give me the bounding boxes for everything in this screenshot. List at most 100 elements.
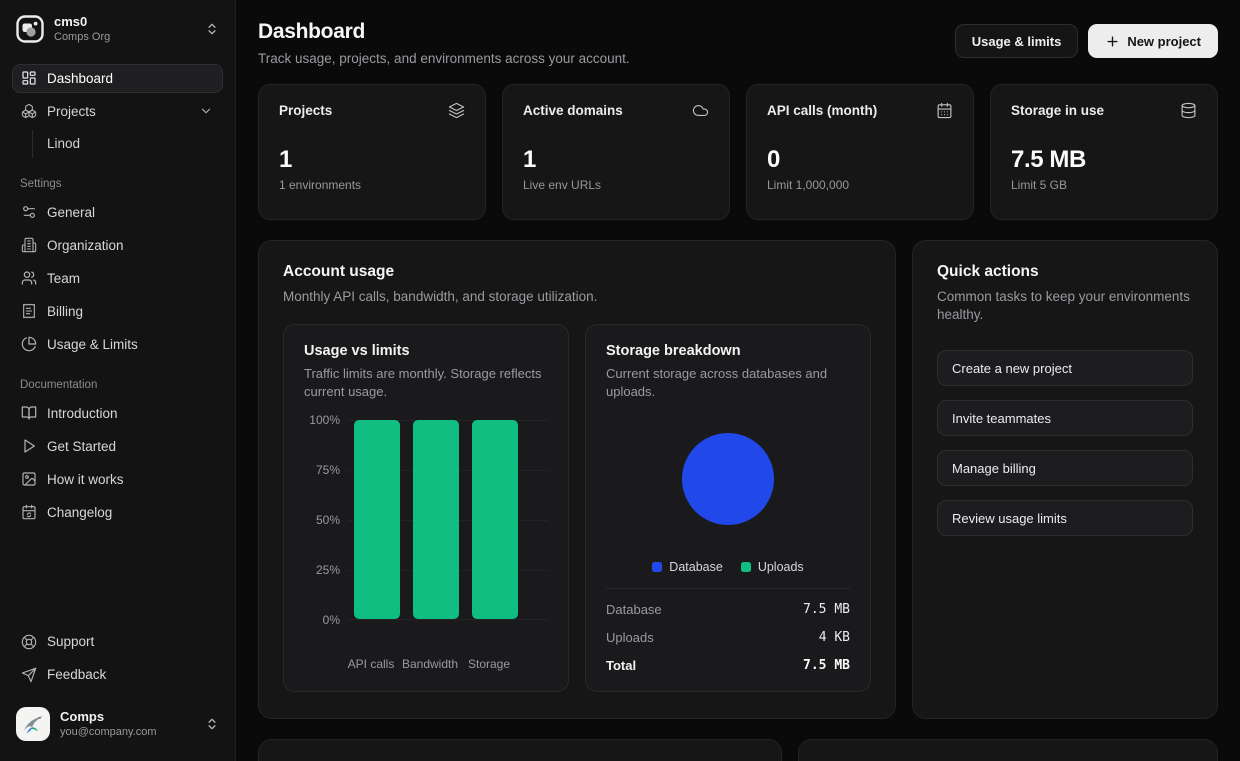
chevrons-up-down-icon xyxy=(205,22,219,36)
sidebar-item-label: Organization xyxy=(47,238,124,253)
new-project-button[interactable]: New project xyxy=(1088,24,1218,58)
stat-sub: Limit 1,000,000 xyxy=(767,178,953,192)
org-name: cms0 xyxy=(54,14,195,30)
receipt-icon xyxy=(21,303,37,319)
calendar-sync-icon xyxy=(21,504,37,520)
database-icon xyxy=(1180,102,1197,119)
sidebar-item-label: Feedback xyxy=(47,667,106,682)
bottom-card-left xyxy=(258,739,782,761)
bar-api-calls xyxy=(354,420,400,619)
sidebar-item-support[interactable]: Support xyxy=(12,627,223,656)
legend-swatch-database xyxy=(652,562,662,572)
stat-value: 1 xyxy=(279,146,465,174)
review-usage-limits-button[interactable]: Review usage limits xyxy=(937,500,1193,536)
bar-bandwidth xyxy=(413,420,459,619)
stat-label: Projects xyxy=(279,103,332,118)
stat-sub: Live env URLs xyxy=(523,178,709,192)
sidebar-item-general[interactable]: General xyxy=(12,198,223,227)
invite-teammates-button[interactable]: Invite teammates xyxy=(937,400,1193,436)
storage-row-total: Total 7.5 MB xyxy=(606,658,850,673)
section-label-settings: Settings xyxy=(12,178,223,190)
sidebar-item-label: Usage & Limits xyxy=(47,337,138,352)
org-logo-icon xyxy=(16,15,44,43)
sidebar-item-projects[interactable]: Projects xyxy=(12,97,223,126)
users-icon xyxy=(21,270,37,286)
stat-card-api-calls: API calls (month) 0 Limit 1,000,000 xyxy=(746,84,974,220)
bottom-card-right xyxy=(798,739,1218,761)
cloud-icon xyxy=(692,102,709,119)
usage-bar-chart: 100% 75% 50% 25% 0% xyxy=(304,420,548,649)
sidebar-item-how-it-works[interactable]: How it works xyxy=(12,465,223,494)
page-title: Dashboard xyxy=(258,20,630,44)
user-email: you@company.com xyxy=(60,726,195,739)
page-subtitle: Track usage, projects, and environments … xyxy=(258,51,630,66)
stat-sub: Limit 5 GB xyxy=(1011,178,1197,192)
usage-vs-limits-title: Usage vs limits xyxy=(304,343,548,359)
pie-chart-icon xyxy=(21,336,37,352)
bar-storage xyxy=(472,420,518,619)
sliders-icon xyxy=(21,204,37,220)
usage-vs-limits-card: Usage vs limits Traffic limits are month… xyxy=(283,324,569,692)
sidebar-item-label: How it works xyxy=(47,472,124,487)
sidebar-item-label: Changelog xyxy=(47,505,112,520)
plot-area xyxy=(348,420,548,620)
sidebar-item-dashboard[interactable]: Dashboard xyxy=(12,64,223,93)
building-icon xyxy=(21,237,37,253)
storage-breakdown-title: Storage breakdown xyxy=(606,343,850,359)
manage-billing-button[interactable]: Manage billing xyxy=(937,450,1193,486)
stat-label: API calls (month) xyxy=(767,103,877,118)
user-menu[interactable]: Comps you@company.com xyxy=(12,701,223,747)
quick-actions-description: Common tasks to keep your environments h… xyxy=(937,288,1193,324)
sidebar-item-label: General xyxy=(47,205,95,220)
sidebar-subitem-label: Linod xyxy=(47,136,80,151)
sidebar-item-get-started[interactable]: Get Started xyxy=(12,432,223,461)
page-header: Dashboard Track usage, projects, and env… xyxy=(258,20,1218,66)
sidebar: cms0 Comps Org Dashboard Projects Linod … xyxy=(0,0,236,761)
stats-grid: Projects 1 1 environments Active domains… xyxy=(258,84,1218,220)
stat-card-projects: Projects 1 1 environments xyxy=(258,84,486,220)
stat-value: 1 xyxy=(523,146,709,174)
sidebar-item-introduction[interactable]: Introduction xyxy=(12,399,223,428)
stat-sub: 1 environments xyxy=(279,178,465,192)
pie-legend: Database Uploads xyxy=(606,560,850,574)
sidebar-item-label: Billing xyxy=(47,304,83,319)
sidebar-item-usage-limits[interactable]: Usage & Limits xyxy=(12,330,223,359)
account-usage-title: Account usage xyxy=(283,263,871,281)
stat-value: 7.5 MB xyxy=(1011,146,1197,174)
stat-card-storage: Storage in use 7.5 MB Limit 5 GB xyxy=(990,84,1218,220)
quick-actions-title: Quick actions xyxy=(937,263,1193,281)
sidebar-item-label: Introduction xyxy=(47,406,118,421)
sidebar-item-label: Support xyxy=(47,634,94,649)
user-name: Comps xyxy=(60,709,195,725)
sidebar-item-label: Dashboard xyxy=(47,71,113,86)
stat-label: Storage in use xyxy=(1011,103,1104,118)
sidebar-item-label: Projects xyxy=(47,104,96,119)
sidebar-item-team[interactable]: Team xyxy=(12,264,223,293)
life-buoy-icon xyxy=(21,634,37,650)
calendar-icon xyxy=(936,102,953,119)
account-usage-card: Account usage Monthly API calls, bandwid… xyxy=(258,240,896,719)
quick-actions-card: Quick actions Common tasks to keep your … xyxy=(912,240,1218,719)
sidebar-item-feedback[interactable]: Feedback xyxy=(12,660,223,689)
create-new-project-button[interactable]: Create a new project xyxy=(937,350,1193,386)
sidebar-item-billing[interactable]: Billing xyxy=(12,297,223,326)
usage-limits-button[interactable]: Usage & limits xyxy=(955,24,1079,58)
main-content: Dashboard Track usage, projects, and env… xyxy=(236,0,1240,761)
storage-row-uploads: Uploads 4 KB xyxy=(606,630,850,645)
x-axis-labels: API calls Bandwidth Storage xyxy=(304,657,548,673)
layers-icon xyxy=(448,102,465,119)
legend-swatch-uploads xyxy=(741,562,751,572)
sidebar-item-linod[interactable]: Linod xyxy=(32,130,223,158)
storage-row-database: Database 7.5 MB xyxy=(606,602,850,617)
org-subtitle: Comps Org xyxy=(54,31,195,44)
sidebar-item-organization[interactable]: Organization xyxy=(12,231,223,260)
chevrons-up-down-icon xyxy=(205,717,219,731)
boxes-icon xyxy=(21,103,37,119)
storage-pie xyxy=(682,433,774,525)
sidebar-item-label: Get Started xyxy=(47,439,116,454)
play-icon xyxy=(21,438,37,454)
send-icon xyxy=(21,667,37,683)
sidebar-item-changelog[interactable]: Changelog xyxy=(12,498,223,527)
image-icon xyxy=(21,471,37,487)
org-switcher[interactable]: cms0 Comps Org xyxy=(12,10,223,48)
